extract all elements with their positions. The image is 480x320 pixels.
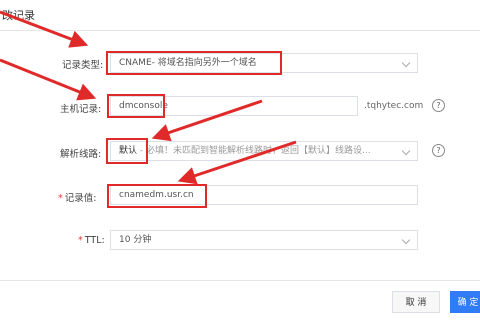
arrow-to-record-type — [0, 10, 89, 48]
arrow-to-line — [151, 99, 263, 142]
arrow-to-record-value — [177, 140, 297, 185]
annotation-arrows — [0, 10, 297, 185]
arrow-to-host — [0, 58, 97, 101]
